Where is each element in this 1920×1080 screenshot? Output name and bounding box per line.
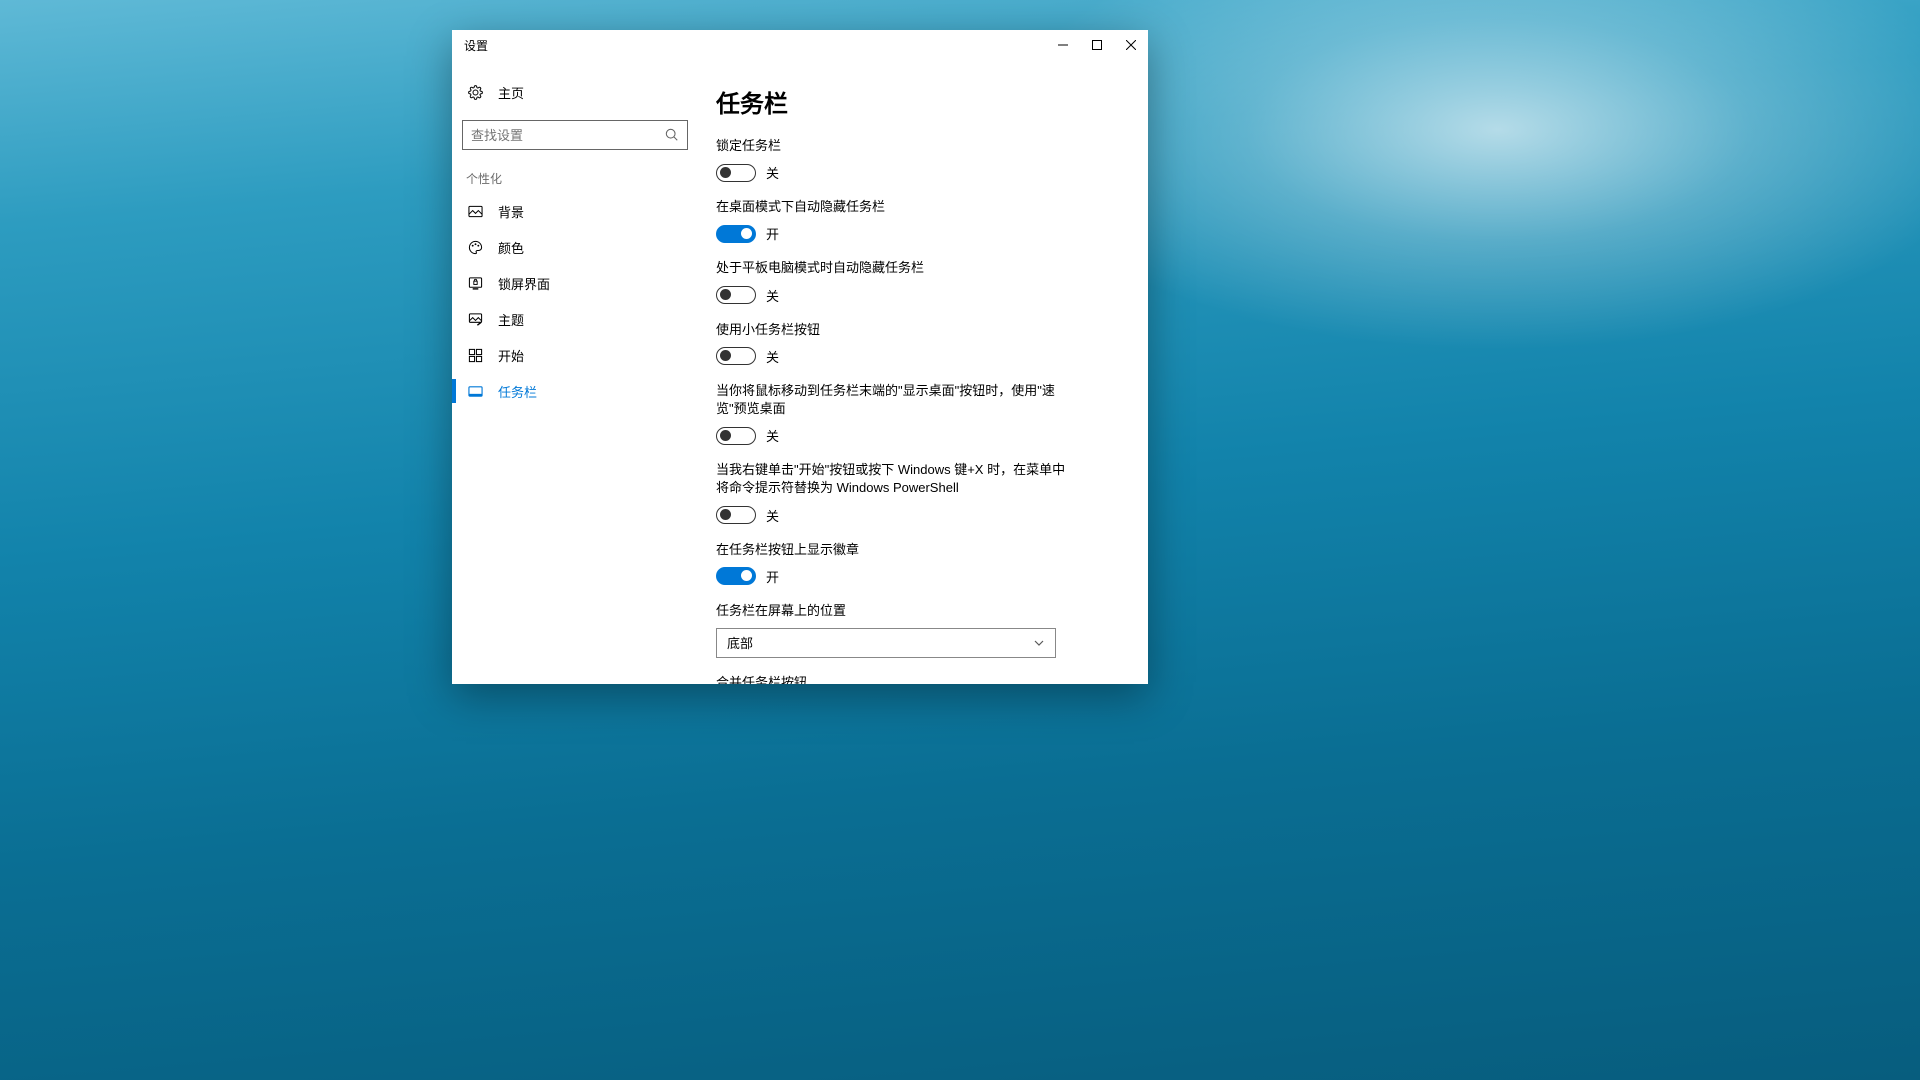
- sidebar-item-themes[interactable]: 主题: [452, 301, 698, 337]
- window-title: 设置: [464, 37, 488, 54]
- lockscreen-icon: [466, 276, 484, 291]
- titlebar[interactable]: 设置: [452, 30, 1148, 60]
- toggle-switch[interactable]: [716, 506, 756, 524]
- chevron-down-icon: [1033, 637, 1045, 649]
- sidebar-home-label: 主页: [498, 83, 524, 102]
- sidebar-item-lockscreen[interactable]: 锁屏界面: [452, 265, 698, 301]
- setting-row: 当你将鼠标移动到任务栏末端的"显示桌面"按钮时，使用"速览"预览桌面关: [716, 382, 1076, 445]
- setting-label: 锁定任务栏: [716, 137, 1076, 155]
- toggle-state-label: 关: [766, 506, 779, 525]
- toggle-switch[interactable]: [716, 567, 756, 585]
- sidebar-item-label: 开始: [498, 346, 524, 365]
- page-heading: 任务栏: [716, 84, 1114, 119]
- themes-icon: [466, 312, 484, 327]
- toggle-switch[interactable]: [716, 347, 756, 365]
- setting-row: 锁定任务栏关: [716, 137, 1076, 182]
- sidebar-item-label: 主题: [498, 310, 524, 329]
- search-input[interactable]: [471, 128, 665, 143]
- search-icon: [665, 128, 679, 142]
- sidebar-item-label: 颜色: [498, 238, 524, 257]
- sidebar-item-colors[interactable]: 颜色: [452, 229, 698, 265]
- palette-icon: [466, 240, 484, 255]
- settings-window: 设置 主页: [452, 30, 1148, 684]
- dropdown-label-position: 任务栏在屏幕上的位置: [716, 602, 1076, 620]
- sidebar-item-label: 任务栏: [498, 382, 537, 401]
- content-pane: 任务栏 锁定任务栏关在桌面模式下自动隐藏任务栏开处于平板电脑模式时自动隐藏任务栏…: [698, 60, 1148, 684]
- setting-label: 处于平板电脑模式时自动隐藏任务栏: [716, 259, 1076, 277]
- setting-label: 当我右键单击"开始"按钮或按下 Windows 键+X 时，在菜单中将命令提示符…: [716, 461, 1076, 497]
- setting-label: 在桌面模式下自动隐藏任务栏: [716, 198, 1076, 216]
- sidebar-item-taskbar[interactable]: 任务栏: [452, 373, 698, 409]
- toggle-state-label: 开: [766, 224, 779, 243]
- setting-label: 在任务栏按钮上显示徽章: [716, 541, 1076, 559]
- dropdown-label-combine: 合并任务栏按钮: [716, 674, 1076, 684]
- setting-row: 处于平板电脑模式时自动隐藏任务栏关: [716, 259, 1076, 304]
- toggle-state-label: 关: [766, 286, 779, 305]
- sidebar-item-label: 背景: [498, 202, 524, 221]
- toggle-state-label: 开: [766, 567, 779, 586]
- maximize-icon: [1092, 40, 1102, 50]
- toggle-switch[interactable]: [716, 427, 756, 445]
- minimize-button[interactable]: [1046, 30, 1080, 60]
- toggle-state-label: 关: [766, 163, 779, 182]
- toggle-switch[interactable]: [716, 225, 756, 243]
- close-button[interactable]: [1114, 30, 1148, 60]
- sidebar: 主页 个性化 背景: [452, 60, 698, 684]
- toggle-switch[interactable]: [716, 164, 756, 182]
- dropdown-value: 底部: [727, 633, 753, 652]
- taskbar-icon: [466, 384, 484, 399]
- sidebar-item-start[interactable]: 开始: [452, 337, 698, 373]
- setting-label: 使用小任务栏按钮: [716, 321, 1076, 339]
- toggle-state-label: 关: [766, 426, 779, 445]
- close-icon: [1126, 40, 1136, 50]
- search-input-wrapper[interactable]: [462, 120, 688, 150]
- sidebar-item-label: 锁屏界面: [498, 274, 550, 293]
- picture-icon: [466, 204, 484, 219]
- setting-row: 在桌面模式下自动隐藏任务栏开: [716, 198, 1076, 243]
- start-icon: [466, 348, 484, 363]
- sidebar-category-label: 个性化: [466, 170, 698, 187]
- sidebar-home[interactable]: 主页: [452, 74, 698, 110]
- maximize-button[interactable]: [1080, 30, 1114, 60]
- gear-icon: [466, 85, 484, 100]
- toggle-state-label: 关: [766, 347, 779, 366]
- toggle-switch[interactable]: [716, 286, 756, 304]
- minimize-icon: [1058, 40, 1068, 50]
- sidebar-item-background[interactable]: 背景: [452, 193, 698, 229]
- dropdown-taskbar-position[interactable]: 底部: [716, 628, 1056, 658]
- setting-row: 使用小任务栏按钮关: [716, 321, 1076, 366]
- setting-row: 在任务栏按钮上显示徽章开: [716, 541, 1076, 586]
- setting-label: 当你将鼠标移动到任务栏末端的"显示桌面"按钮时，使用"速览"预览桌面: [716, 382, 1076, 418]
- setting-row: 当我右键单击"开始"按钮或按下 Windows 键+X 时，在菜单中将命令提示符…: [716, 461, 1076, 524]
- desktop-wallpaper: 设置 主页: [0, 0, 1920, 1080]
